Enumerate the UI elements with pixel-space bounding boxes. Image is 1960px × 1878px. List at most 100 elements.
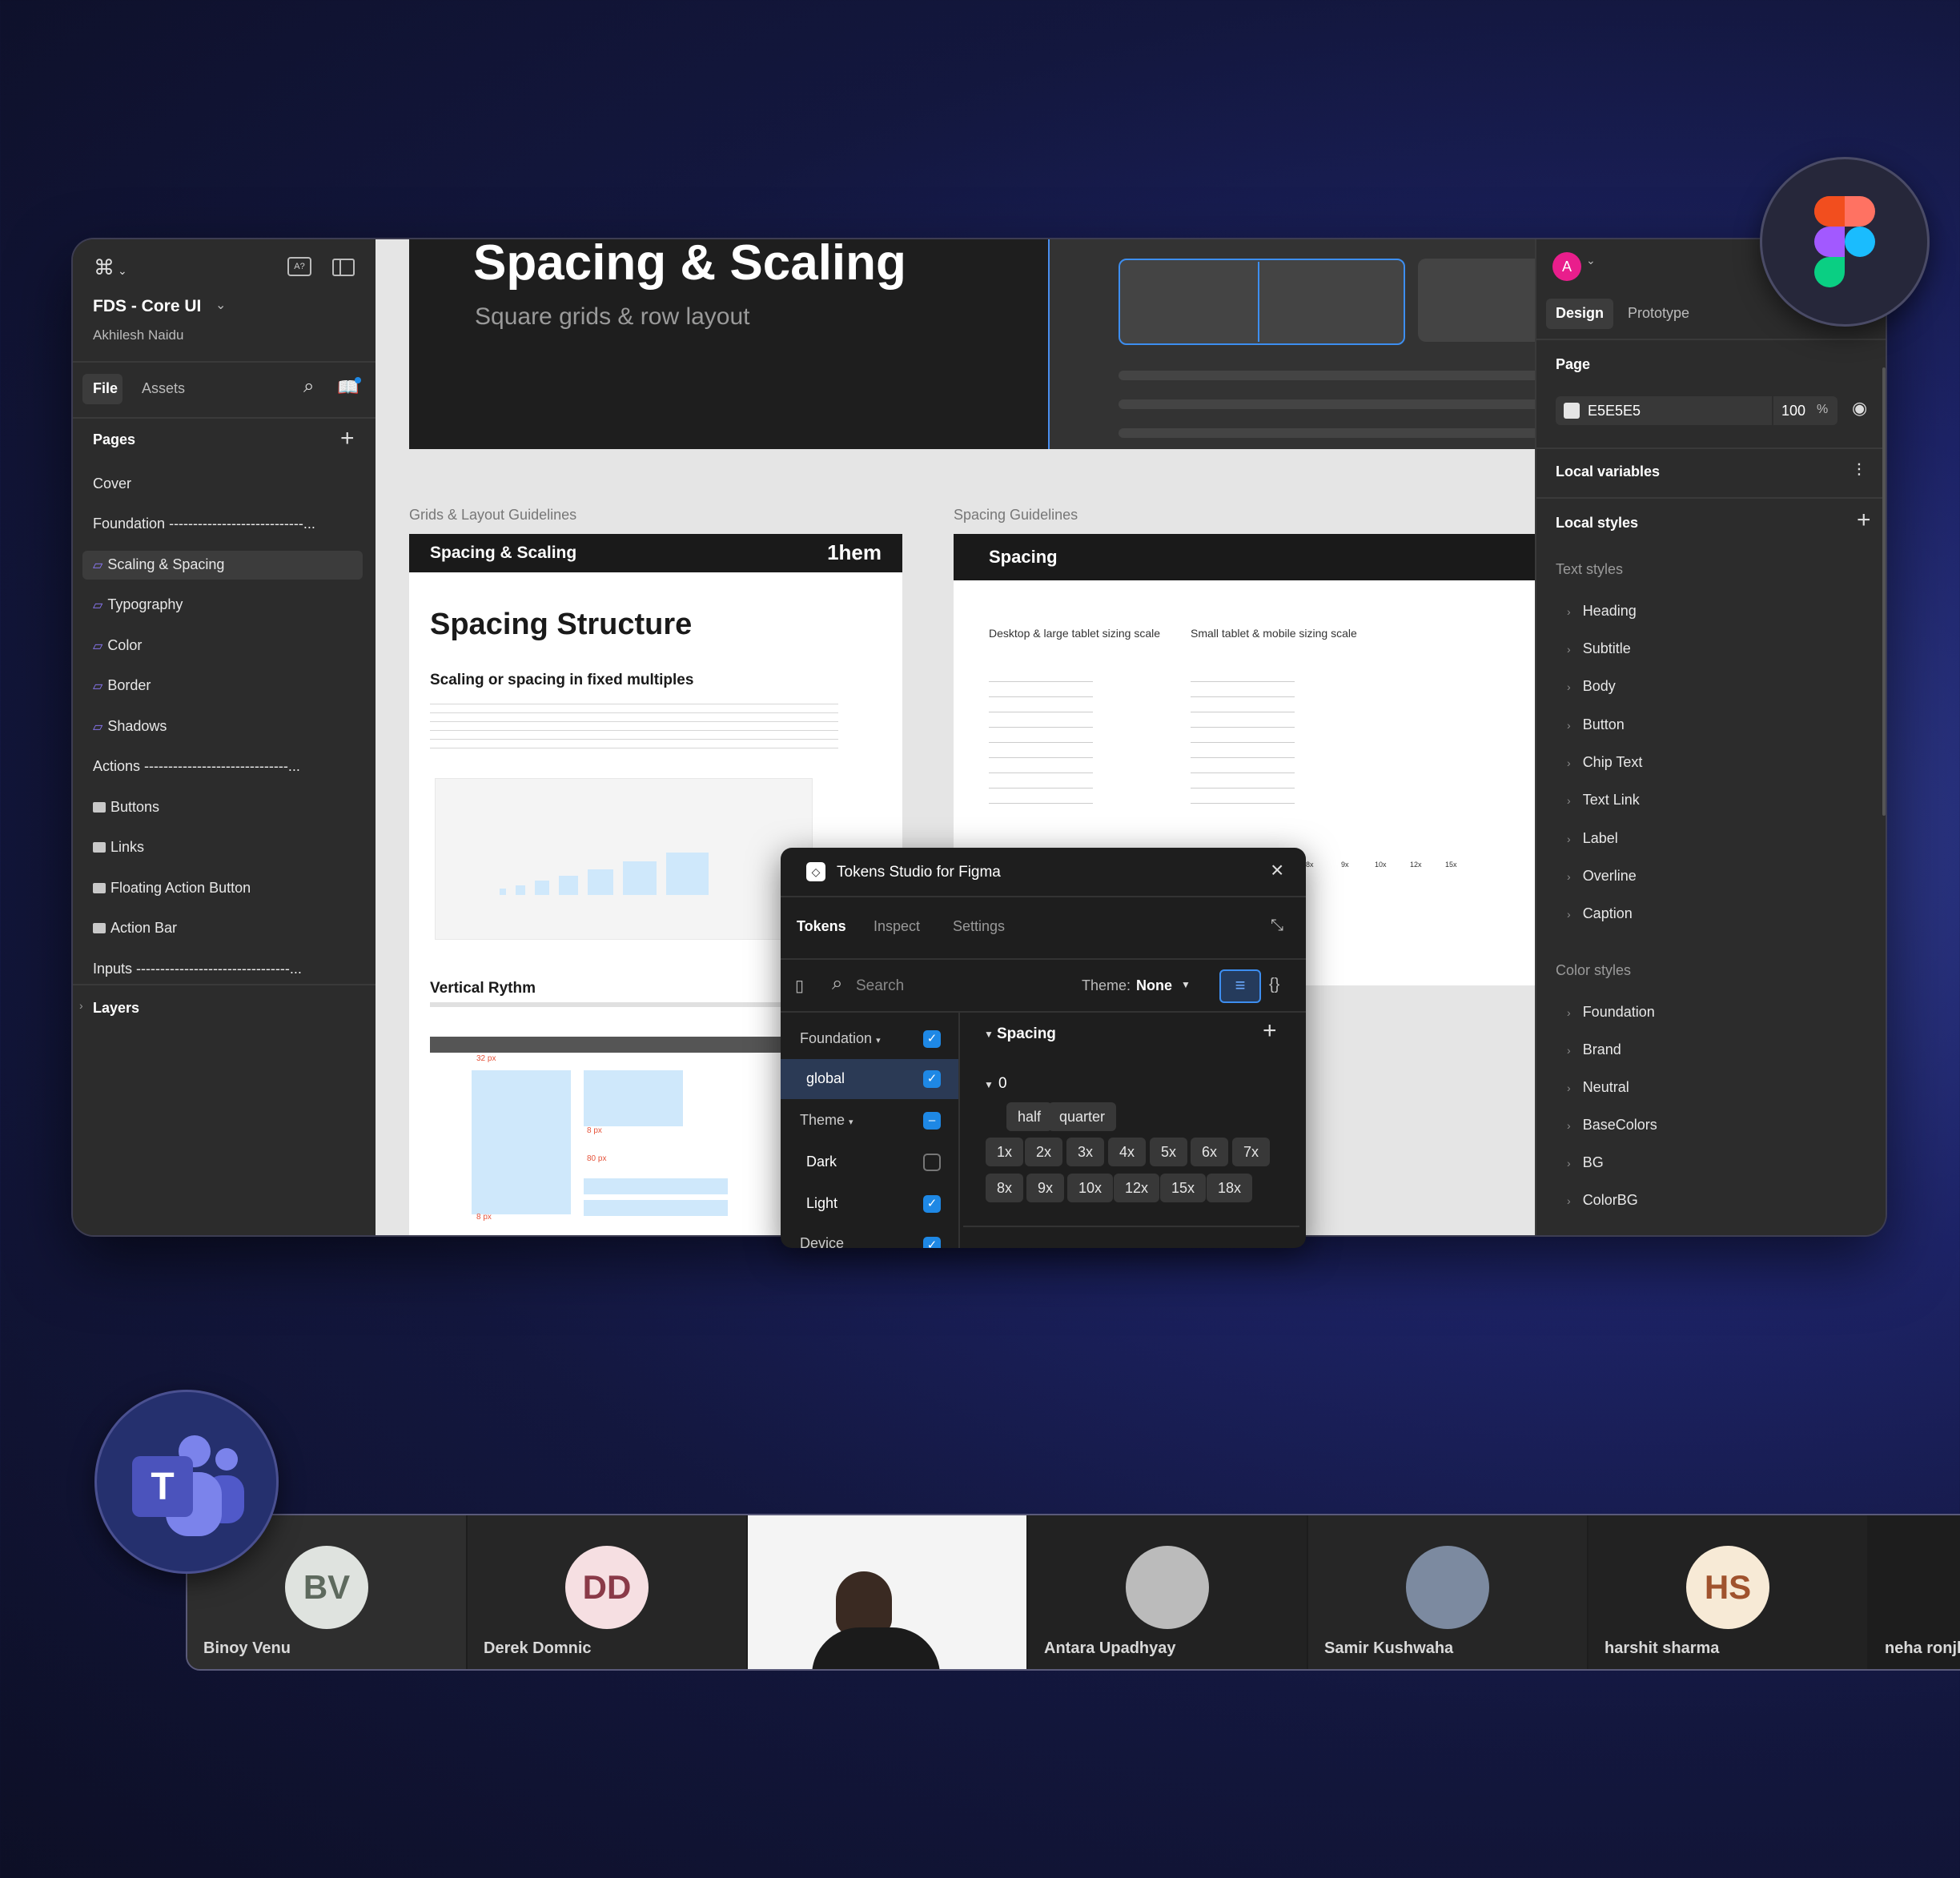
checkbox-device[interactable]: ✓ (923, 1237, 941, 1248)
search-icon[interactable]: ⌕ (303, 375, 314, 398)
token-chip[interactable]: quarter (1048, 1102, 1117, 1131)
page-opacity-value[interactable]: 100 (1781, 403, 1805, 419)
style-text-link[interactable]: › Text Link (1567, 792, 1640, 809)
panel-toggle-icon[interactable] (332, 259, 355, 276)
token-chip[interactable]: 1x (986, 1138, 1024, 1166)
checkbox-foundation[interactable]: ✓ (923, 1030, 941, 1048)
color-style-neutral[interactable]: › Neutral (1567, 1079, 1629, 1096)
hero-frame[interactable]: Spacing & Scaling Square grids & row lay… (409, 239, 1050, 449)
page-item-color[interactable]: ▱ Color (93, 637, 142, 654)
ai-icon[interactable]: A? (287, 257, 311, 276)
chevron-down-icon[interactable]: ⌄ (1586, 254, 1596, 267)
page-color-value[interactable]: E5E5E5 (1588, 403, 1641, 419)
add-page-icon[interactable]: + (340, 425, 355, 452)
tab-prototype[interactable]: Prototype (1628, 305, 1689, 322)
page-item-typography[interactable]: ▱ Typography (93, 596, 183, 613)
minimize-icon[interactable]: ⤡ (1271, 917, 1283, 935)
local-variables[interactable]: Local variables (1556, 463, 1660, 480)
page-item-scaling-spacing[interactable]: ▱ Scaling & Spacing (93, 556, 224, 573)
token-chip[interactable]: 3x (1066, 1138, 1105, 1166)
token-chip[interactable]: 12x (1114, 1174, 1160, 1202)
style-overline[interactable]: › Overline (1567, 868, 1637, 885)
avatar[interactable]: A (1552, 252, 1581, 281)
token-chip[interactable]: 7x (1232, 1138, 1271, 1166)
page-item-inputs[interactable]: Inputs --------------------------------.… (93, 961, 302, 977)
add-token-icon[interactable]: + (1263, 1017, 1277, 1045)
style-label[interactable]: › Label (1567, 830, 1618, 847)
page-item-actions[interactable]: Actions ------------------------------..… (93, 758, 300, 775)
participant-tile[interactable]: DD Derek Domnic (468, 1515, 748, 1669)
participant-tile[interactable]: Samir Kushwaha (1308, 1515, 1588, 1669)
page-item-foundation[interactable]: Foundation ----------------------------.… (93, 516, 315, 532)
tab-settings[interactable]: Settings (953, 918, 1005, 935)
checkbox-theme[interactable]: – (923, 1112, 941, 1130)
token-chip[interactable]: 8x (986, 1174, 1024, 1202)
token-chip[interactable]: 6x (1191, 1138, 1229, 1166)
page-item-fab[interactable]: Floating Action Button (93, 880, 251, 897)
checkbox-dark[interactable] (923, 1154, 941, 1171)
page-item-border[interactable]: ▱ Border (93, 677, 151, 694)
caret-down-icon[interactable]: ▼ (984, 1079, 994, 1090)
style-button[interactable]: › Button (1567, 716, 1625, 733)
style-chip-text[interactable]: › Chip Text (1567, 754, 1642, 771)
spacing-group-title[interactable]: Spacing (997, 1025, 1056, 1043)
color-style-basecolors[interactable]: › BaseColors (1567, 1117, 1657, 1134)
list-view-icon[interactable]: ≡ (1219, 969, 1261, 1003)
color-style-foundation[interactable]: › Foundation (1567, 1004, 1655, 1021)
color-swatch[interactable] (1564, 403, 1580, 419)
checkbox-global[interactable]: ✓ (923, 1070, 941, 1088)
caret-down-icon[interactable]: ▼ (1181, 979, 1191, 990)
token-set-foundation[interactable]: Foundation ▾ (800, 1030, 881, 1047)
page-item-action-bar[interactable]: Action Bar (93, 920, 177, 937)
token-set-theme[interactable]: Theme ▾ (800, 1112, 853, 1129)
token-chip[interactable]: 15x (1160, 1174, 1207, 1202)
participant-video-tile[interactable] (748, 1515, 1028, 1669)
theme-select[interactable]: None (1136, 977, 1172, 994)
token-set-light[interactable]: Light (806, 1195, 837, 1212)
add-style-icon[interactable]: + (1857, 507, 1871, 534)
color-style-brand[interactable]: › Brand (1567, 1041, 1621, 1058)
caret-down-icon[interactable]: ▼ (984, 1029, 994, 1040)
token-chip[interactable]: 5x (1150, 1138, 1188, 1166)
token-chip[interactable]: 2x (1025, 1138, 1063, 1166)
token-search-input[interactable]: Search (856, 977, 904, 995)
token-set-global[interactable]: global (806, 1070, 845, 1087)
close-icon[interactable]: × (1271, 857, 1283, 883)
checkbox-light[interactable]: ✓ (923, 1195, 941, 1213)
participant-tile[interactable]: neha ronjh (1869, 1515, 1960, 1669)
style-subtitle[interactable]: › Subtitle (1567, 640, 1631, 657)
tab-assets[interactable]: Assets (142, 380, 185, 397)
file-name[interactable]: FDS - Core UI (93, 297, 201, 316)
token-chip[interactable]: 4x (1108, 1138, 1147, 1166)
participant-tile[interactable]: HS harshit sharma (1588, 1515, 1869, 1669)
color-style-colorbg[interactable]: › ColorBG (1567, 1192, 1638, 1209)
page-item-cover[interactable]: Cover (93, 476, 131, 492)
chevron-right-icon[interactable]: › (79, 999, 83, 1012)
page-item-links[interactable]: Links (93, 839, 144, 856)
color-style-bg[interactable]: › BG (1567, 1154, 1604, 1171)
spacing-subgroup[interactable]: 0 (998, 1075, 1007, 1093)
panel-scrollbar[interactable] (1882, 367, 1886, 816)
preview-frame[interactable] (1050, 239, 1535, 449)
style-caption[interactable]: › Caption (1567, 905, 1633, 922)
token-chip[interactable]: 9x (1026, 1174, 1065, 1202)
sliders-icon[interactable]: ⫶ (1857, 460, 1862, 481)
token-set-dark[interactable]: Dark (806, 1154, 837, 1170)
eye-icon[interactable]: ◉ (1852, 398, 1867, 419)
json-view-icon[interactable]: {} (1269, 976, 1279, 994)
token-set-device[interactable]: Device (800, 1235, 844, 1248)
chevron-down-icon[interactable]: ⌄ (215, 297, 226, 313)
sidebar-toggle-icon[interactable]: ▯ (795, 976, 804, 996)
token-chip[interactable]: half (1006, 1102, 1053, 1131)
token-chip[interactable]: 10x (1067, 1174, 1114, 1202)
page-item-buttons[interactable]: Buttons (93, 799, 159, 816)
tab-tokens[interactable]: Tokens (797, 918, 846, 935)
tab-inspect[interactable]: Inspect (874, 918, 920, 935)
token-chip[interactable]: 18x (1207, 1174, 1253, 1202)
style-heading[interactable]: › Heading (1567, 603, 1637, 620)
style-body[interactable]: › Body (1567, 678, 1616, 695)
page-item-shadows[interactable]: ▱ Shadows (93, 718, 167, 735)
participant-tile[interactable]: Antara Upadhyay (1028, 1515, 1308, 1669)
layers-label[interactable]: Layers (93, 1000, 139, 1017)
figma-menu-icon[interactable]: ⌘ ⌄ (94, 255, 127, 280)
